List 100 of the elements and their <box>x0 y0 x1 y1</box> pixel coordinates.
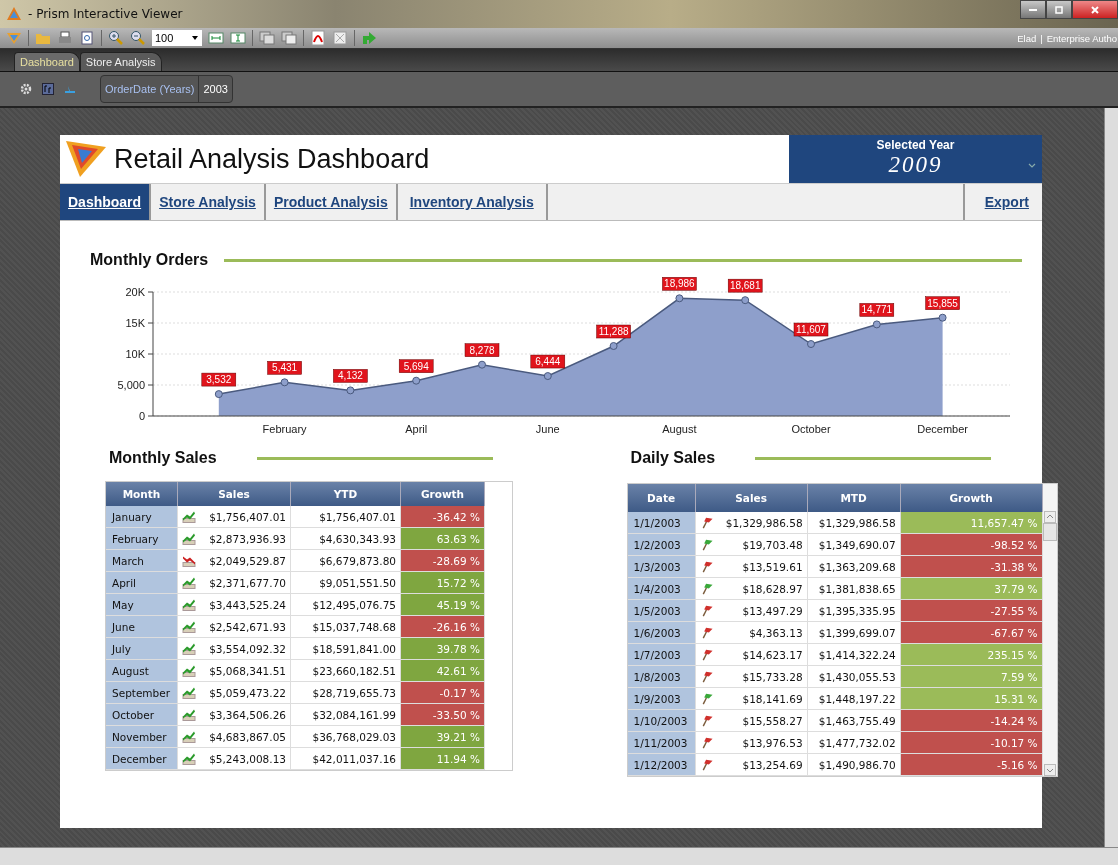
column-header[interactable]: YTD <box>291 482 401 506</box>
data-point <box>543 372 552 381</box>
table-cell: $5,243,008.13 <box>209 752 286 765</box>
value-label: 4,132 <box>333 369 368 383</box>
table-cell: $1,329,986.58 <box>725 516 803 529</box>
growth-cell: -98.52 % <box>900 534 1043 556</box>
growth-cell: 11,657.47 % <box>900 512 1043 534</box>
year-selector[interactable]: Selected Year 2009 <box>789 135 1042 183</box>
data-point <box>938 313 947 322</box>
fit-width-icon[interactable] <box>208 30 224 46</box>
table-cell: August <box>106 660 178 682</box>
table-cell: 1/2/2003 <box>627 534 696 556</box>
table-cell: $3,443,525.24 <box>209 598 286 611</box>
table-cell: $4,683,867.05 <box>209 730 286 743</box>
growth-cell: -28.69 % <box>401 550 485 572</box>
user-role: Enterprise Autho <box>1046 32 1117 44</box>
export-link[interactable]: Export <box>964 184 1042 220</box>
zoom-out-icon[interactable] <box>130 30 146 46</box>
table-cell: 1/8/2003 <box>627 666 696 688</box>
year-label: Selected Year <box>876 138 955 152</box>
copy-table-icon[interactable] <box>281 30 297 46</box>
x-tick-label: April <box>405 423 428 435</box>
table-cell: $2,371,677.70 <box>209 576 286 589</box>
value-label: 5,694 <box>398 359 434 373</box>
table-cell: 1/11/2003 <box>627 732 696 754</box>
growth-cell: -33.50 % <box>401 704 485 726</box>
nav-link[interactable]: Dashboard <box>60 184 152 220</box>
data-point <box>280 378 289 387</box>
tab[interactable]: Dashboard <box>14 52 80 71</box>
data-point <box>872 320 881 329</box>
tab[interactable]: Store Analysis <box>79 52 162 71</box>
column-header[interactable]: Growth <box>401 482 485 506</box>
value-label: 5,431 <box>267 361 302 375</box>
column-header[interactable]: Growth <box>900 484 1043 512</box>
table-cell: January <box>106 506 178 528</box>
nav-link[interactable]: Inventory Analysis <box>397 184 548 220</box>
column-header[interactable]: MTD <box>807 484 901 512</box>
table-cell: September <box>106 682 178 704</box>
user-name: Elad <box>1017 32 1037 44</box>
horizontal-scrollbar[interactable] <box>0 847 1118 865</box>
growth-cell: 63.63 % <box>401 528 485 550</box>
section-title: Monthly Sales <box>109 449 217 467</box>
pdf-icon[interactable] <box>310 30 326 46</box>
minimize-button[interactable] <box>1020 0 1046 19</box>
table-cell: $1,329,986.58 <box>807 512 901 534</box>
value-label: 11,607 <box>793 322 829 337</box>
caret-icon <box>191 34 199 42</box>
growth-cell: -67.67 % <box>900 622 1043 644</box>
window-title: - Prism Interactive Viewer <box>28 7 183 21</box>
page-preview-icon[interactable] <box>79 30 95 46</box>
table-cell: $1,448,197.22 <box>807 688 901 710</box>
table-cell: $1,490,986.70 <box>807 754 901 776</box>
column-header[interactable]: Sales <box>178 482 291 506</box>
table-cell: $1,430,055.53 <box>807 666 901 688</box>
growth-cell: -0.17 % <box>401 682 485 704</box>
growth-cell: -36.42 % <box>401 506 485 528</box>
fit-height-icon[interactable] <box>230 30 246 46</box>
table-cell: $2,542,671.93 <box>209 620 286 633</box>
growth-cell: 37.79 % <box>900 578 1043 600</box>
copy-image-icon[interactable] <box>259 30 275 46</box>
table-cell: $13,497.29 <box>742 604 803 617</box>
close-button[interactable] <box>1072 0 1118 19</box>
app-menu-icon[interactable] <box>6 30 22 46</box>
growth-cell: 42.61 % <box>401 660 485 682</box>
table-cell: $15,558.27 <box>742 714 803 727</box>
gear-icon[interactable] <box>20 83 32 95</box>
table-cell: $5,068,341.51 <box>209 664 286 677</box>
print-icon[interactable] <box>57 30 73 46</box>
column-header[interactable]: Sales <box>695 484 808 512</box>
table-cell: $1,363,209.68 <box>807 556 901 578</box>
data-point <box>412 376 421 385</box>
value-label: 11,288 <box>596 324 631 339</box>
table-cell: $3,364,506.26 <box>209 708 286 721</box>
table-cell: December <box>106 748 178 770</box>
table-cell: $2,049,529.87 <box>209 554 286 567</box>
maximize-button[interactable] <box>1046 0 1072 19</box>
export-image-icon[interactable] <box>332 30 348 46</box>
filter-icon[interactable] <box>42 83 54 95</box>
table-cell: 1/6/2003 <box>627 622 696 644</box>
filter-chip[interactable]: OrderDate (Years) 2003 <box>100 75 233 103</box>
column-header[interactable]: Date <box>627 484 696 512</box>
growth-cell: 11.94 % <box>401 748 485 770</box>
zoom-dropdown[interactable]: 100 <box>152 30 202 46</box>
vertical-scrollbar[interactable] <box>1104 108 1118 847</box>
data-point <box>675 294 684 303</box>
table-cell: June <box>106 616 178 638</box>
zoom-in-icon[interactable] <box>108 30 124 46</box>
scroll-up-icon[interactable] <box>1043 511 1056 523</box>
table-cell: 1/7/2003 <box>627 644 696 666</box>
nav-link[interactable]: Product Analysis <box>265 184 398 220</box>
table-cell: $18,628.97 <box>742 582 803 595</box>
growth-cell: 235.15 % <box>900 644 1043 666</box>
scroll-down-icon[interactable] <box>1043 764 1056 776</box>
table-cell: $3,554,092.32 <box>209 642 286 655</box>
table-cell: $1,399,699.07 <box>807 622 901 644</box>
dashboard-title: Retail Analysis Dashboard <box>114 143 430 175</box>
table-cell: $1,463,755.49 <box>807 710 901 732</box>
growth-cell: -31.38 % <box>900 556 1043 578</box>
nav-link[interactable]: Store Analysis <box>151 184 266 220</box>
column-header[interactable]: Month <box>106 482 178 506</box>
